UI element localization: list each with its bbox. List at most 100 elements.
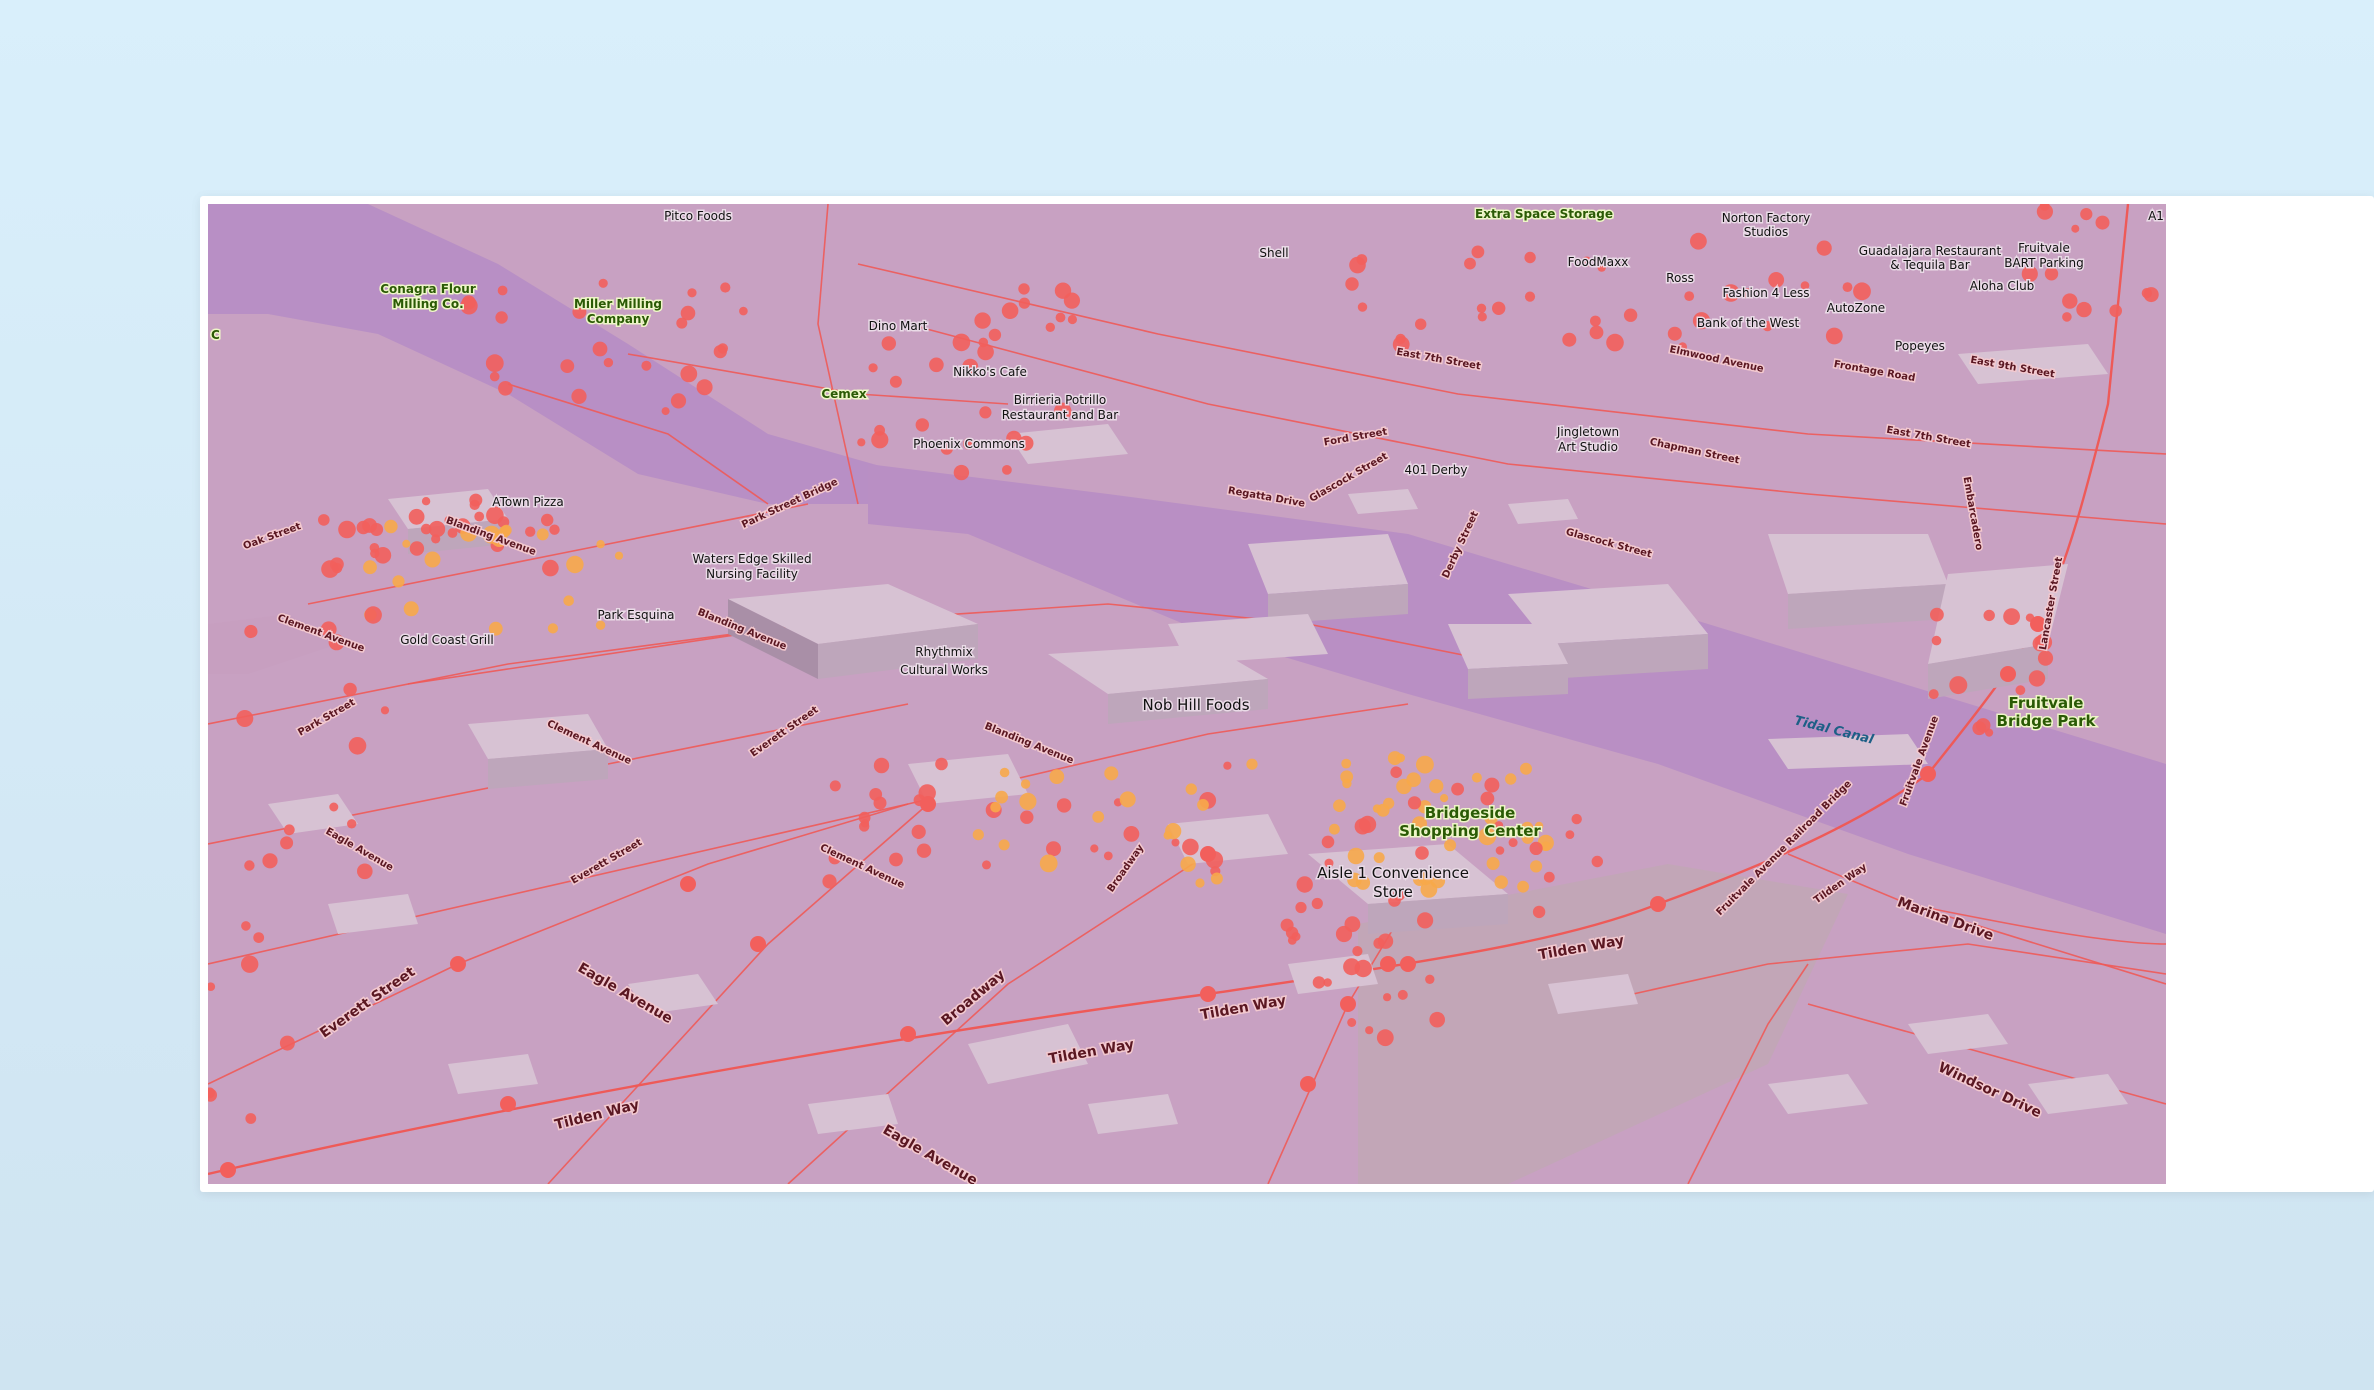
junction-dot[interactable] — [1400, 956, 1416, 972]
poi-park-esquina[interactable]: Park Esquina — [596, 607, 676, 624]
poi-dot[interactable] — [1296, 876, 1313, 893]
junction-dot[interactable] — [450, 956, 466, 972]
poi-dot[interactable] — [1163, 831, 1172, 840]
poi-dot[interactable] — [1396, 753, 1405, 763]
poi-dot[interactable] — [1018, 283, 1030, 295]
poi-dot[interactable] — [244, 860, 255, 871]
poi-dot[interactable] — [1347, 1018, 1357, 1027]
poi-dot[interactable] — [1020, 810, 1034, 824]
poi-401-derby[interactable]: 401 Derby — [1403, 462, 1469, 479]
map-canvas[interactable]: Tidal Canal Pitco Foods Extra Space Stor… — [208, 204, 2166, 1184]
junction-dot[interactable] — [920, 796, 936, 812]
poi-dot[interactable] — [1476, 303, 1487, 313]
poi-dot[interactable] — [873, 757, 890, 774]
poi-dot[interactable] — [1429, 1011, 1445, 1028]
poi-dot[interactable] — [560, 359, 575, 373]
poi-dot[interactable] — [1092, 811, 1105, 823]
poi-dot[interactable] — [598, 278, 608, 288]
poi-dot[interactable] — [603, 357, 614, 368]
poi-dot[interactable] — [1223, 761, 1232, 770]
poi-dot[interactable] — [331, 562, 343, 574]
poi-dot[interactable] — [978, 337, 989, 348]
poi-dot[interactable] — [1357, 302, 1368, 312]
poi-a1[interactable]: A1 — [2147, 208, 2166, 225]
poi-dot[interactable] — [380, 706, 390, 715]
poi-dot[interactable] — [2141, 288, 2152, 299]
poi-dot[interactable] — [857, 438, 866, 447]
poi-dot[interactable] — [1344, 916, 1361, 933]
poi-dot[interactable] — [497, 285, 508, 296]
poi-dot[interactable] — [596, 540, 605, 549]
poi-gold-coast-grill[interactable]: Gold Coast Grill — [399, 632, 496, 649]
poi-dot[interactable] — [676, 317, 688, 329]
poi-dot[interactable] — [280, 836, 294, 850]
poi-aisle-1-2[interactable]: Store — [1372, 882, 1415, 903]
junction-dot[interactable] — [1340, 996, 1356, 1012]
poi-dot[interactable] — [1589, 325, 1604, 340]
poi-dot[interactable] — [347, 819, 357, 829]
poi-dot[interactable] — [1429, 779, 1444, 794]
poi-dot[interactable] — [421, 497, 431, 506]
poi-dot[interactable] — [687, 288, 697, 298]
poi-dot[interactable] — [2028, 670, 2046, 687]
poi-dot[interactable] — [739, 306, 748, 316]
poi-dot[interactable] — [1390, 766, 1402, 778]
poi-dot[interactable] — [1067, 314, 1077, 325]
poi-dot[interactable] — [1591, 855, 1604, 868]
poi-dot[interactable] — [916, 843, 932, 858]
poi-dot[interactable] — [474, 511, 485, 522]
poi-dot[interactable] — [420, 523, 432, 535]
junction-dot[interactable] — [750, 936, 766, 952]
poi-dot[interactable] — [1345, 277, 1359, 291]
poi-dot[interactable] — [1210, 872, 1223, 885]
poi-dot[interactable] — [1606, 333, 1624, 352]
poi-conagra[interactable]: Conagra Flour — [379, 281, 478, 298]
poi-dot[interactable] — [1352, 946, 1363, 957]
poi-dot[interactable] — [1425, 974, 1435, 984]
poi-dot[interactable] — [1590, 315, 1601, 327]
poi-dot[interactable] — [974, 312, 991, 329]
poi-dot[interactable] — [357, 863, 373, 880]
poi-dot[interactable] — [1486, 857, 1500, 870]
poi-dot[interactable] — [1333, 799, 1346, 812]
poi-dot[interactable] — [990, 801, 1001, 813]
poi-fashion-4-less[interactable]: Fashion 4 Less — [1721, 285, 1811, 302]
poi-dot[interactable] — [1415, 846, 1429, 860]
poi-dot[interactable] — [1365, 1026, 1374, 1035]
poi-dot[interactable] — [279, 1035, 295, 1051]
junction-dot[interactable] — [220, 1162, 236, 1178]
junction-dot[interactable] — [1200, 986, 1216, 1002]
poi-dot[interactable] — [953, 464, 970, 481]
poi-rhythmix[interactable]: Rhythmix — [914, 644, 974, 661]
poi-dot[interactable] — [995, 790, 1008, 804]
poi-dot[interactable] — [1054, 282, 1072, 299]
poi-dot[interactable] — [384, 519, 398, 534]
poi-dot[interactable] — [1185, 783, 1197, 795]
junction-dot[interactable] — [1200, 846, 1216, 862]
poi-dot[interactable] — [2062, 312, 2072, 322]
poi-nob-hill-foods[interactable]: Nob Hill Foods — [1141, 695, 1251, 716]
poi-dot[interactable] — [1396, 778, 1412, 795]
poi-dot[interactable] — [1383, 993, 1392, 1002]
poi-dot[interactable] — [1372, 804, 1382, 813]
poi-fruitvale-bart-2[interactable]: BART Parking — [2003, 255, 2086, 272]
poi-dot[interactable] — [1171, 838, 1180, 847]
junction-dot[interactable] — [1380, 956, 1396, 972]
poi-dot[interactable] — [1280, 918, 1294, 932]
junction-dot[interactable] — [900, 1026, 916, 1042]
poi-dot[interactable] — [338, 520, 356, 539]
poi-dot[interactable] — [283, 824, 295, 836]
poi-dot[interactable] — [1623, 308, 1638, 322]
poi-dot[interactable] — [1383, 797, 1395, 810]
poi-dot[interactable] — [2095, 215, 2110, 230]
poi-dot[interactable] — [911, 824, 926, 840]
poi-dot[interactable] — [1291, 932, 1301, 941]
poi-bridgeside[interactable]: Bridgeside — [1423, 803, 1517, 824]
poi-dot[interactable] — [329, 802, 339, 812]
poi-dot[interactable] — [525, 526, 536, 537]
poi-dot[interactable] — [1321, 835, 1335, 849]
poi-dot[interactable] — [1529, 841, 1543, 856]
junction-dot[interactable] — [500, 1096, 516, 1112]
poi-dot[interactable] — [2036, 204, 2053, 220]
poi-dot[interactable] — [881, 336, 896, 351]
